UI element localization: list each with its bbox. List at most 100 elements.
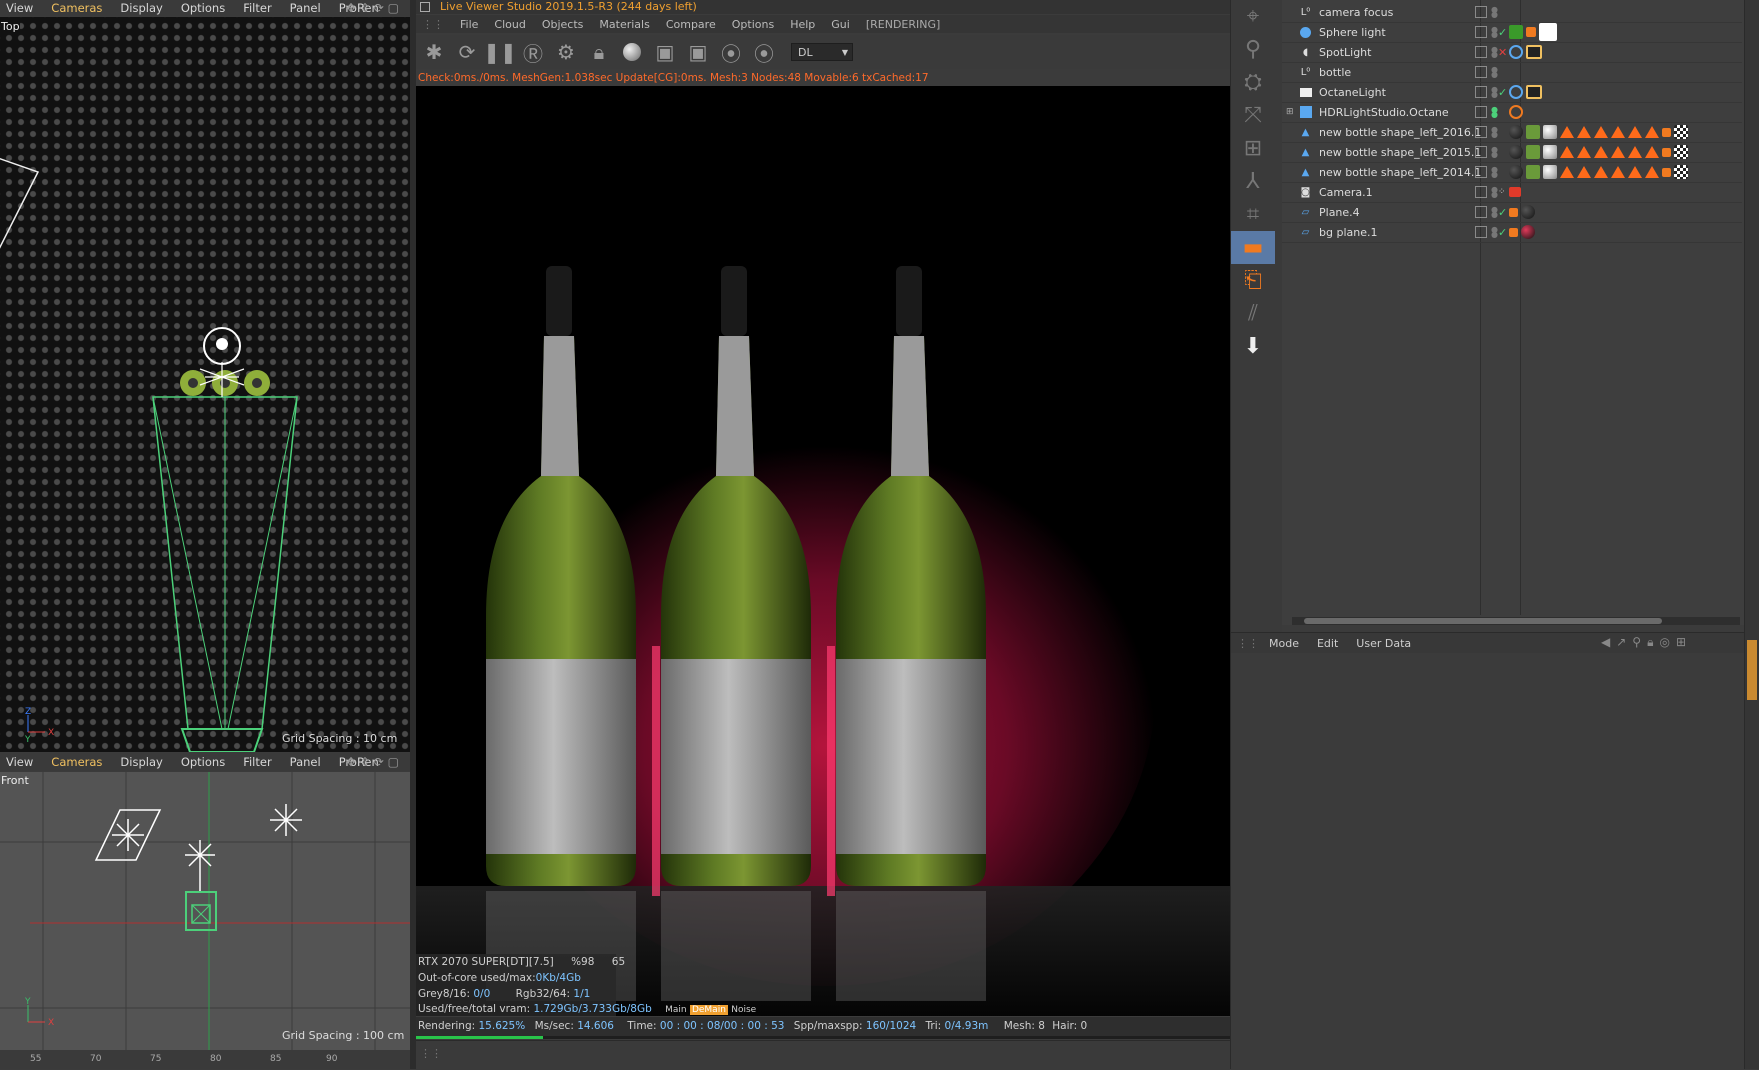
expand-icon[interactable]: ⊞ bbox=[1286, 107, 1294, 117]
clay-mode-icon[interactable]: ▣ bbox=[651, 38, 679, 66]
camera-tag-icon[interactable] bbox=[1509, 187, 1521, 197]
menu-options[interactable]: Options bbox=[181, 1, 225, 15]
lv-menu-options[interactable]: Options bbox=[732, 18, 774, 31]
lv-menu-cloud[interactable]: Cloud bbox=[494, 18, 525, 31]
enabled-check-icon[interactable]: ✓ bbox=[1498, 206, 1507, 219]
layer-flag[interactable] bbox=[1475, 86, 1487, 98]
attr-menu-mode[interactable]: Mode bbox=[1269, 637, 1299, 650]
visibility-dots[interactable]: ● ● bbox=[1491, 166, 1498, 179]
render-image[interactable]: RTX 2070 SUPER[DT][7.5] %98 65 Out-of-co… bbox=[416, 86, 1230, 1016]
menu-options[interactable]: Options bbox=[181, 755, 225, 769]
subsample-icon[interactable]: ▣ bbox=[684, 38, 712, 66]
top-viewport-nav-icons[interactable]: ✥ ⇕ ⟳ ▢ bbox=[346, 1, 399, 15]
tool-icon-3[interactable]: ⛭ bbox=[1231, 66, 1275, 99]
menu-display[interactable]: Display bbox=[120, 755, 162, 769]
settings-gear-icon[interactable]: ⚙ bbox=[552, 38, 580, 66]
material-tag-icon[interactable] bbox=[1509, 125, 1523, 139]
tag-icon[interactable] bbox=[1509, 85, 1523, 99]
tag-icon[interactable] bbox=[1509, 25, 1523, 39]
object-row-bg-plane[interactable]: ▱ bg plane.1 ● ● ✓ bbox=[1282, 222, 1742, 243]
checker-tag-icon[interactable] bbox=[1674, 125, 1688, 139]
object-row-bottle-2016[interactable]: ▲ new bottle shape_left_2016.1 ● ● bbox=[1282, 122, 1742, 143]
material-tag-icon[interactable] bbox=[1526, 125, 1540, 139]
layer-flag[interactable] bbox=[1475, 186, 1487, 198]
object-row-spotlight[interactable]: ◖ SpotLight ● ● ✕ bbox=[1282, 42, 1742, 63]
visibility-dots[interactable]: ● ● bbox=[1491, 226, 1498, 239]
objects-manager-icon[interactable]: ▬ bbox=[1231, 231, 1275, 264]
visibility-dots[interactable]: ● ● bbox=[1491, 126, 1498, 139]
texture-tag-icon[interactable] bbox=[1628, 166, 1642, 178]
tab-noise[interactable]: Noise bbox=[731, 1005, 756, 1015]
object-row-sphere-light[interactable]: Sphere light ● ● ✓ bbox=[1282, 22, 1742, 43]
lv-menu-compare[interactable]: Compare bbox=[666, 18, 716, 31]
visibility-dots[interactable]: ● ● bbox=[1491, 86, 1498, 99]
object-row-bottle[interactable]: L⁰ bottle ● ● bbox=[1282, 62, 1742, 83]
object-row-octanelight[interactable]: OctaneLight ● ● ✓ bbox=[1282, 82, 1742, 103]
texture-tag-icon[interactable] bbox=[1560, 146, 1574, 158]
texture-tag-icon[interactable] bbox=[1594, 146, 1608, 158]
timeline-ruler[interactable]: 55 70 75 80 85 90 bbox=[0, 1050, 410, 1069]
layers-icon[interactable]: ⎗ bbox=[1231, 264, 1275, 297]
restart-render-icon[interactable]: ⟳ bbox=[453, 38, 481, 66]
download-icon[interactable]: ⬇ bbox=[1231, 330, 1275, 363]
visibility-dots[interactable]: ● ● bbox=[1491, 46, 1498, 59]
texture-tag-icon[interactable] bbox=[1611, 126, 1625, 138]
visibility-dots[interactable]: ● ● bbox=[1491, 186, 1498, 199]
object-row-bottle-2015[interactable]: ▲ new bottle shape_left_2015.1 ● ● bbox=[1282, 142, 1742, 163]
texture-tag-icon[interactable] bbox=[1577, 126, 1591, 138]
material-tag-icon[interactable] bbox=[1521, 205, 1535, 219]
tool-icon-1[interactable]: ⌖ bbox=[1231, 0, 1275, 33]
material-tag-icon[interactable] bbox=[1526, 165, 1540, 179]
new-window-icon[interactable]: ⊞ bbox=[1676, 635, 1686, 650]
tag-icon[interactable] bbox=[1662, 147, 1671, 157]
tool-icon-7[interactable]: ⌗ bbox=[1231, 198, 1275, 231]
texture-tag-icon[interactable] bbox=[1594, 126, 1608, 138]
material-tag-icon[interactable] bbox=[1543, 125, 1557, 139]
tag-icon[interactable] bbox=[1662, 127, 1671, 137]
pause-icon[interactable]: ❚❚ bbox=[483, 38, 517, 66]
tag-icon[interactable] bbox=[1526, 85, 1542, 99]
layer-flag[interactable] bbox=[1475, 6, 1487, 18]
texture-tag-icon[interactable] bbox=[1611, 166, 1625, 178]
up-arrow-icon[interactable]: ↗ bbox=[1616, 635, 1626, 650]
object-manager-scrollbar[interactable] bbox=[1292, 617, 1740, 625]
texture-tag-icon[interactable] bbox=[1594, 166, 1608, 178]
enabled-check-icon[interactable]: ✓ bbox=[1498, 86, 1507, 99]
object-row-bottle-2014[interactable]: ▲ new bottle shape_left_2014.1 ● ● bbox=[1282, 162, 1742, 183]
menu-filter[interactable]: Filter bbox=[243, 755, 271, 769]
menu-display[interactable]: Display bbox=[120, 1, 162, 15]
disabled-x-icon[interactable]: ✕ bbox=[1498, 46, 1507, 59]
tag-icon[interactable] bbox=[1509, 227, 1518, 237]
texture-tag-icon[interactable] bbox=[1645, 146, 1659, 158]
lv-menu-objects[interactable]: Objects bbox=[542, 18, 584, 31]
tool-icon-4[interactable]: ⤧ bbox=[1231, 99, 1275, 132]
tag-icon[interactable]: ⁘ bbox=[1498, 187, 1506, 197]
texture-tag-icon[interactable] bbox=[1611, 146, 1625, 158]
scrollbar-thumb[interactable] bbox=[1304, 618, 1662, 624]
menu-panel[interactable]: Panel bbox=[290, 755, 321, 769]
attr-menu-userdata[interactable]: User Data bbox=[1356, 637, 1411, 650]
material-tag-icon[interactable] bbox=[1509, 145, 1523, 159]
tag-icon[interactable] bbox=[1526, 27, 1536, 37]
texture-tag-icon[interactable] bbox=[1560, 166, 1574, 178]
enabled-check-icon[interactable]: ✓ bbox=[1498, 226, 1507, 239]
material-tag-icon[interactable] bbox=[1526, 145, 1540, 159]
lock-icon[interactable]: 🔒︎ bbox=[585, 38, 613, 66]
region-render-icon[interactable]: Ⓡ bbox=[519, 38, 547, 66]
layer-flag[interactable] bbox=[1475, 46, 1487, 58]
texture-tag-icon[interactable] bbox=[1577, 146, 1591, 158]
tool-icon-2[interactable]: ⚲ bbox=[1231, 33, 1275, 66]
pick-material-icon[interactable]: ⦿ bbox=[750, 38, 778, 66]
lv-menu-gui[interactable]: Gui bbox=[831, 18, 850, 31]
material-ball-icon[interactable] bbox=[618, 38, 646, 66]
menu-cameras[interactable]: Cameras bbox=[51, 755, 102, 769]
layer-flag[interactable] bbox=[1475, 126, 1487, 138]
texture-tag-icon[interactable] bbox=[1560, 126, 1574, 138]
stats-icon[interactable]: ⫽ bbox=[1231, 297, 1275, 330]
texture-tag-icon[interactable] bbox=[1645, 166, 1659, 178]
lv-menu-file[interactable]: File bbox=[460, 18, 478, 31]
tag-icon[interactable] bbox=[1539, 23, 1557, 41]
lock-icon[interactable]: 🔒︎ bbox=[1647, 635, 1653, 650]
visibility-dots[interactable]: ● ● bbox=[1491, 206, 1498, 219]
object-row-plane4[interactable]: ▱ Plane.4 ● ● ✓ bbox=[1282, 202, 1742, 223]
